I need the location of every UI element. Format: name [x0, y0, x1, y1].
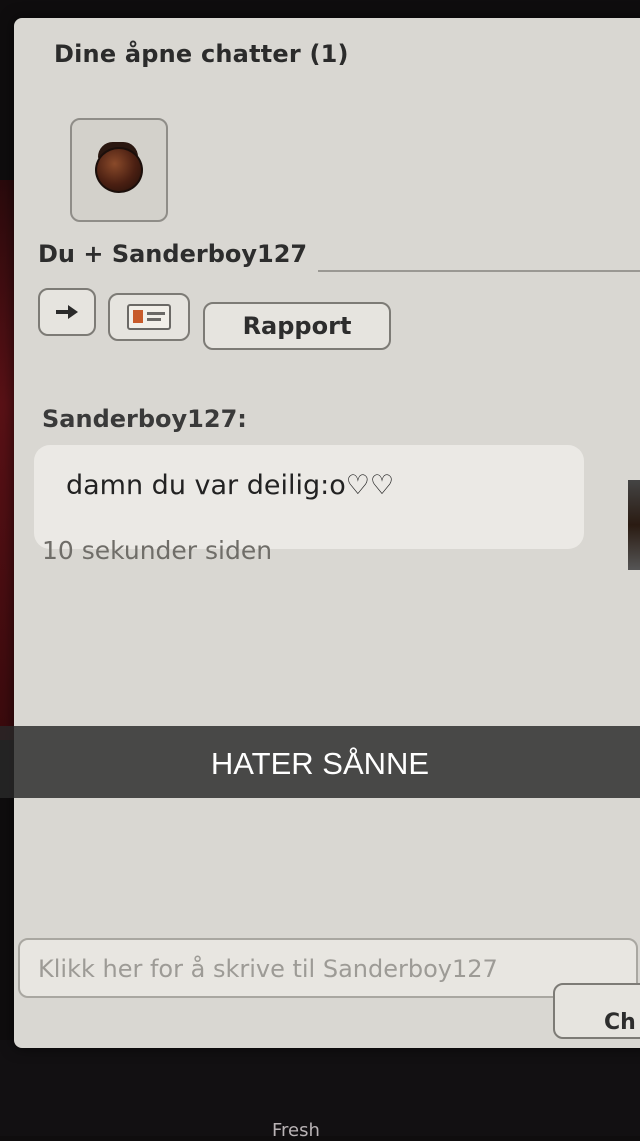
title-divider [318, 270, 640, 272]
id-card-icon [127, 304, 171, 330]
background-partial-text: Fresh [272, 1120, 320, 1141]
open-profile-button[interactable] [38, 288, 96, 336]
avatar[interactable] [70, 118, 168, 222]
message-text: damn du var deilig:o♡♡ [66, 470, 395, 501]
id-card-button[interactable] [108, 293, 190, 341]
chat-title: Du + Sanderboy127 [38, 240, 308, 268]
background-bottom-area [0, 1040, 640, 1136]
report-button[interactable]: Rapport [203, 302, 391, 350]
open-chats-header: Dine åpne chatter (1) [54, 40, 349, 68]
send-chat-label: Ch [604, 1010, 636, 1035]
chat-input-placeholder: Klikk her for å skrive til Sanderboy127 [38, 955, 498, 983]
edge-decoration [628, 480, 640, 570]
arrow-right-icon [56, 305, 78, 319]
caption-text: HATER SÅNNE [210, 746, 430, 781]
message-timestamp: 10 sekunder siden [42, 536, 273, 565]
avatar-head-shape [95, 147, 143, 193]
message-sender: Sanderboy127: [42, 405, 247, 433]
